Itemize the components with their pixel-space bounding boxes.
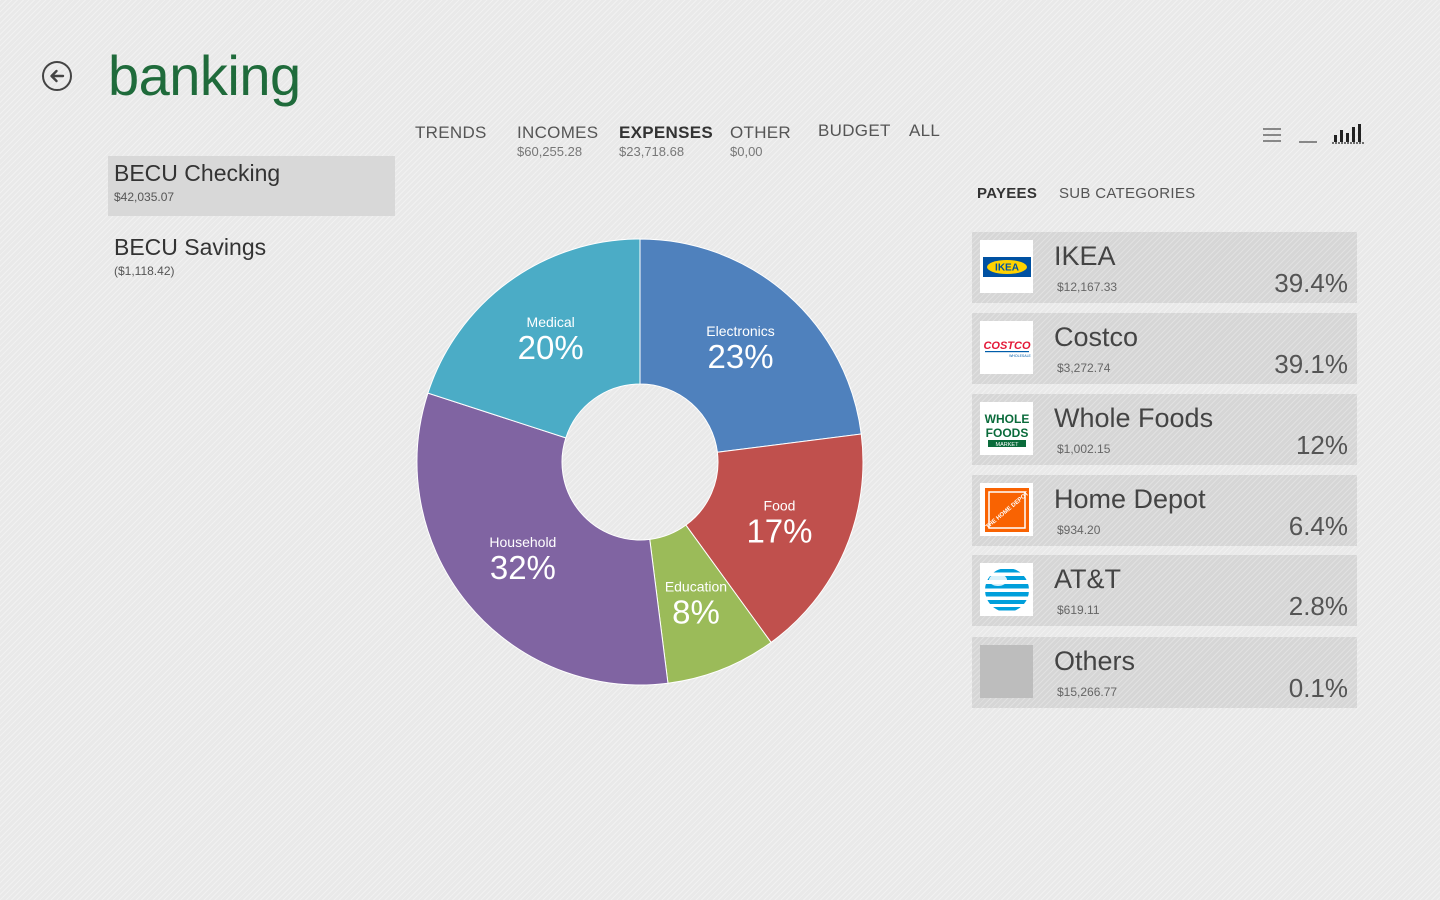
payee-name: Home Depot [1054, 484, 1206, 514]
tab-label: EXPENSES [619, 123, 714, 142]
whole-foods-logo-icon: WHOLE FOODS MARKET [980, 402, 1033, 455]
payee-row-costco[interactable]: COSTCO WHOLESALE Costco $3,272.74 39.1% [972, 313, 1357, 384]
payee-row-others[interactable]: Others $15,266.77 0.1% [972, 637, 1357, 708]
payee-percent: 39.4% [1274, 268, 1348, 298]
payee-row-home-depot[interactable]: THE HOME DEPOT Home Depot $934.20 6.4% [972, 475, 1357, 546]
slice-label: Medical [527, 314, 575, 330]
payee-percent: 2.8% [1288, 591, 1348, 621]
expenses-donut-chart: Electronics23% Food17% Education8% Househol… [416, 238, 864, 686]
svg-text:WHOLE: WHOLE [984, 412, 1029, 426]
payee-amount: $12,167.33 [1057, 280, 1118, 294]
slice-percent: 17% [746, 512, 812, 549]
bar-chart-view-icon[interactable] [1332, 121, 1364, 150]
tab-label: ALL [909, 121, 941, 140]
slice-percent: 20% [518, 329, 584, 366]
att-logo-icon [980, 563, 1033, 616]
tab-all[interactable]: ALL [909, 121, 940, 141]
payee-amount: $1,002.15 [1057, 442, 1111, 456]
slice-label: Electronics [706, 323, 774, 339]
slice-percent: 8% [672, 593, 720, 630]
svg-text:IKEA: IKEA [995, 262, 1019, 273]
account-balance: ($1,118.42) [114, 264, 175, 278]
payee-amount: $934.20 [1057, 523, 1101, 537]
tab-label: OTHER [730, 123, 791, 142]
back-button[interactable] [42, 61, 72, 91]
slice-percent: 23% [707, 338, 773, 375]
line-view-icon[interactable] [1298, 131, 1318, 149]
slice-label: Household [489, 534, 556, 550]
tab-amount: $23,718.68 [619, 144, 685, 159]
payee-name: IKEA [1054, 241, 1116, 271]
subtab-sub-categories[interactable]: SUB CATEGORIES [1059, 185, 1195, 202]
home-depot-logo-icon: THE HOME DEPOT [980, 483, 1033, 536]
tab-expenses[interactable]: EXPENSES $23,718.68 [619, 123, 713, 159]
subtab-payees[interactable]: PAYEES [977, 185, 1037, 202]
payee-row-whole-foods[interactable]: WHOLE FOODS MARKET Whole Foods $1,002.15… [972, 394, 1357, 465]
payee-percent: 6.4% [1288, 511, 1348, 541]
tab-budget[interactable]: BUDGET [818, 121, 891, 141]
svg-text:MARKET: MARKET [995, 442, 1019, 448]
payee-name: Whole Foods [1054, 403, 1214, 433]
account-becu-checking[interactable]: BECU Checking $42,035.07 [108, 156, 395, 216]
payee-amount: $619.11 [1057, 603, 1100, 617]
account-name: BECU Checking [114, 160, 281, 186]
slice-label: Education [665, 578, 727, 594]
account-name: BECU Savings [114, 234, 267, 260]
others-placeholder-icon [980, 645, 1033, 698]
svg-text:WHOLESALE: WHOLESALE [1009, 354, 1031, 358]
payee-amount: $15,266.77 [1057, 685, 1118, 699]
list-view-icon[interactable] [1262, 126, 1282, 149]
account-balance: $42,035.07 [114, 190, 175, 204]
ikea-logo-icon: IKEA [980, 240, 1033, 293]
tab-label: TRENDS [415, 123, 487, 142]
payee-name: Costco [1054, 322, 1139, 352]
svg-text:FOODS: FOODS [985, 426, 1028, 440]
back-arrow-icon [50, 69, 65, 83]
costco-logo-icon: COSTCO WHOLESALE [980, 321, 1033, 374]
payee-percent: 0.1% [1288, 673, 1348, 703]
slice-percent: 32% [490, 549, 556, 586]
payee-amount: $3,272.74 [1057, 361, 1111, 375]
tab-label: INCOMES [517, 123, 599, 142]
tab-amount: $60,255.28 [517, 144, 583, 159]
slice-label: Food [764, 497, 796, 513]
payee-percent: 39.1% [1274, 349, 1348, 379]
svg-text:COSTCO: COSTCO [983, 340, 1031, 352]
payee-row-att[interactable]: AT&T $619.11 2.8% [972, 555, 1357, 626]
tab-trends[interactable]: TRENDS [415, 123, 487, 143]
tab-incomes[interactable]: INCOMES $60,255.28 [517, 123, 598, 159]
account-becu-savings[interactable]: BECU Savings ($1,118.42) [108, 230, 395, 290]
tab-other[interactable]: OTHER $0,00 [730, 123, 791, 159]
payee-percent: 12% [1295, 430, 1348, 460]
page-title: banking [108, 44, 301, 107]
payee-row-ikea[interactable]: IKEA IKEA $12,167.33 39.4% [972, 232, 1357, 303]
payee-name: AT&T [1054, 564, 1121, 594]
payee-name: Others [1054, 646, 1136, 676]
tab-label: BUDGET [818, 121, 891, 140]
tab-amount: $0,00 [730, 144, 763, 159]
